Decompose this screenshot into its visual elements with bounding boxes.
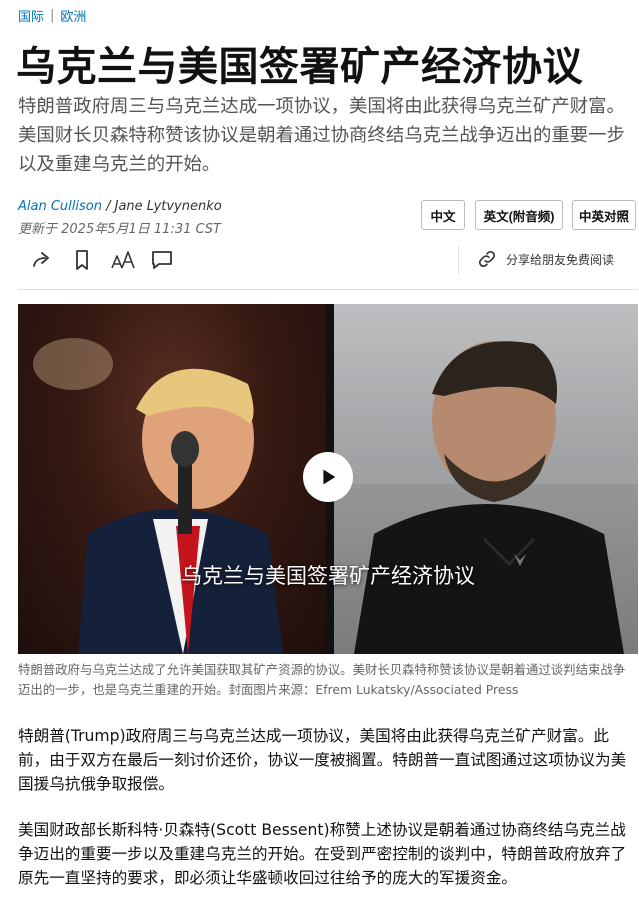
author-link[interactable]: Alan Cullison <box>18 199 102 214</box>
language-english-audio-button[interactable]: 英文(附音频) <box>475 200 563 230</box>
breadcrumb-section-link[interactable]: 国际 <box>18 6 44 25</box>
video-title-overlay: 乌克兰与美国签署矿产经济协议 <box>181 564 475 588</box>
article-headline: 乌克兰与美国签署矿产经济协议 <box>16 44 583 90</box>
breadcrumb: 国际 | 欧洲 <box>18 6 86 25</box>
updated-timestamp: 更新于 2025年5月1日 11:31 CST <box>18 222 221 237</box>
body-paragraph-2: 美国财政部长斯科特·贝森特(Scott Bessent)称赞上述协议是朝着通过协… <box>18 821 627 887</box>
breadcrumb-subsection-link[interactable]: 欧洲 <box>60 6 86 25</box>
byline-separator: / <box>101 199 115 214</box>
play-icon <box>323 469 336 485</box>
share-arrow-icon[interactable] <box>30 248 54 272</box>
article-toolbar: 分享给朋友免费阅读 <box>18 242 638 290</box>
breadcrumb-separator: | <box>50 8 55 23</box>
gift-article-label: 分享给朋友免费阅读 <box>506 252 615 267</box>
gift-article-button[interactable]: 分享给朋友免费阅读 <box>476 248 614 270</box>
article-dek: 特朗普政府周三与乌克兰达成一项协议，美国将由此获得乌克兰矿产财富。美国财长贝森特… <box>18 96 625 175</box>
toolbar-divider <box>458 246 459 274</box>
image-caption: 特朗普政府与乌克兰达成了允许美国获取其矿产资源的协议。美财长贝森特称赞该协议是朝… <box>18 662 626 697</box>
author-name: Jane Lytvynenko <box>114 199 222 214</box>
bookmark-icon[interactable] <box>70 248 94 272</box>
comment-icon[interactable] <box>150 248 174 272</box>
language-bilingual-button[interactable]: 中英对照 <box>572 200 636 230</box>
link-icon <box>478 250 496 268</box>
video-frame-left-photo <box>18 304 326 654</box>
byline: Alan Cullison / Jane Lytvynenko <box>18 199 222 214</box>
video-frame-right-photo <box>334 304 638 654</box>
body-paragraph-1: 特朗普(Trump)政府周三与乌克兰达成一项协议，美国将由此获得乌克兰矿产财富。… <box>18 727 627 793</box>
video-player[interactable]: 乌克兰与美国签署矿产经济协议 <box>18 304 638 654</box>
text-size-icon[interactable] <box>110 248 138 272</box>
language-chinese-button[interactable]: 中文 <box>421 200 465 230</box>
play-button[interactable] <box>303 452 353 502</box>
